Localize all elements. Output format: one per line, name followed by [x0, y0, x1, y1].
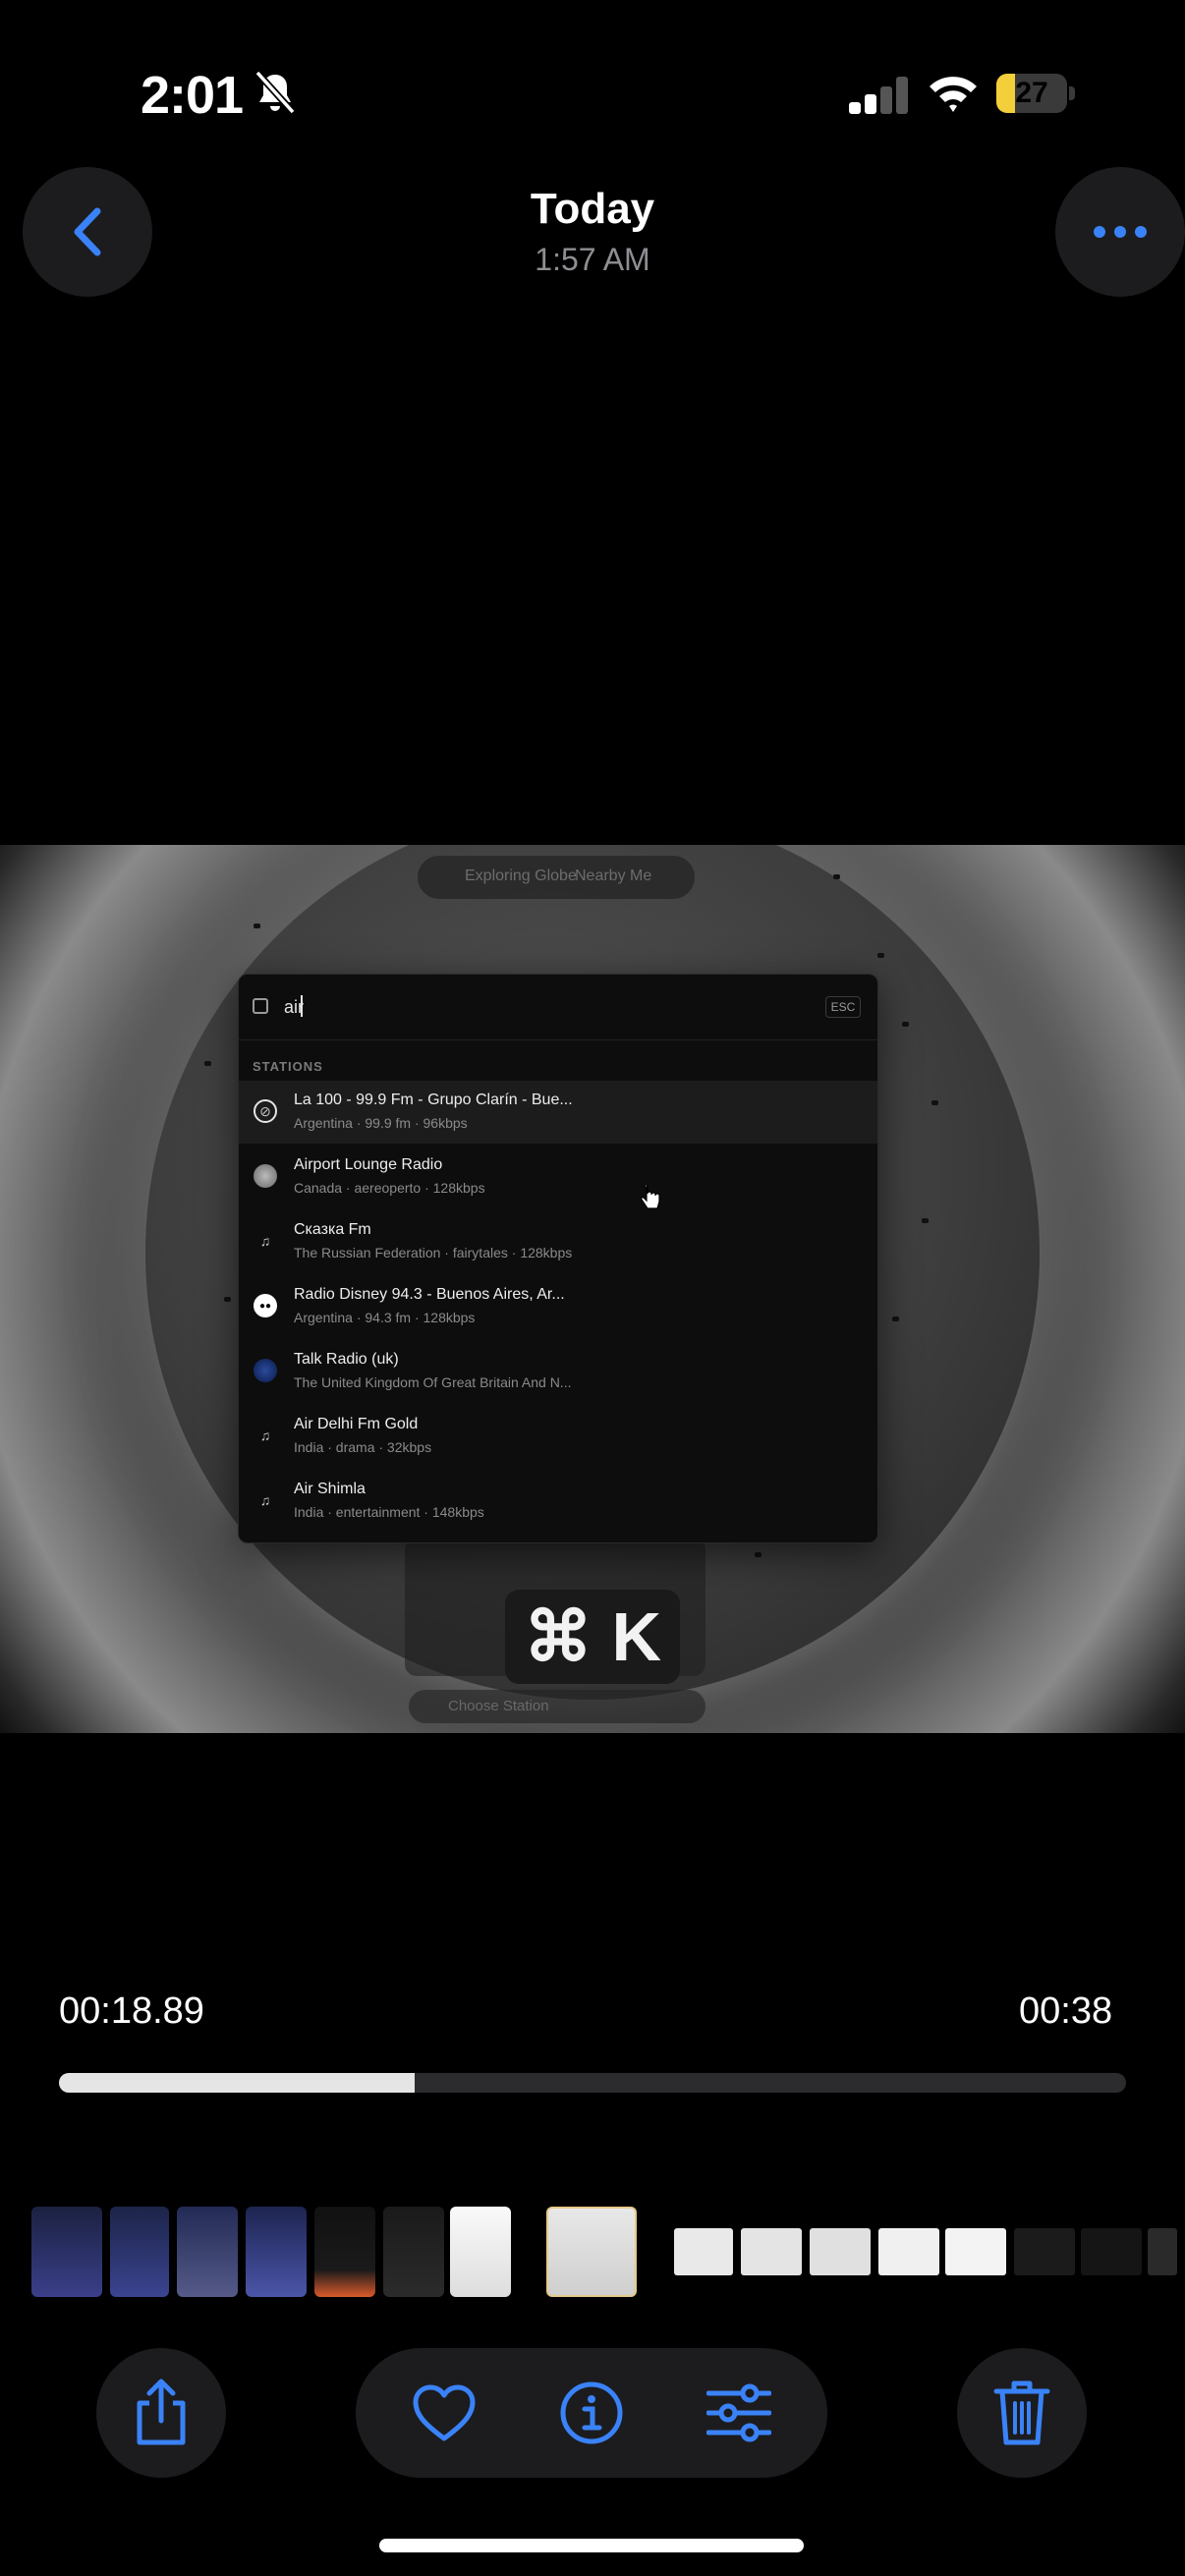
total-duration: 00:38: [1019, 1990, 1113, 2032]
sliders-icon: [706, 2383, 771, 2442]
filmstrip-thumb[interactable]: [110, 2207, 169, 2297]
filmstrip-thumb[interactable]: [450, 2207, 511, 2297]
elapsed-time: 00:18.89: [59, 1990, 204, 2032]
bell-slash-icon: [254, 70, 296, 115]
station-row[interactable]: ●● Radio Disney 94.3 - Buenos Aires, Ar.…: [239, 1275, 877, 1338]
choose-station-pill: Choose Station: [409, 1690, 705, 1723]
station-row[interactable]: ⊘ La 100 - 99.9 Fm - Grupo Clarín - Bue.…: [239, 1081, 877, 1144]
station-meta: The United Kingdom Of Great Britain And …: [294, 1374, 572, 1390]
music-note-icon: ♫: [259, 1428, 271, 1443]
trash-icon: [993, 2380, 1050, 2445]
station-meta: Argentina · 94.3 fm · 128kbps: [294, 1310, 476, 1325]
share-button[interactable]: [96, 2348, 226, 2478]
adjust-button[interactable]: [704, 2378, 774, 2448]
ellipsis-icon: [1094, 226, 1147, 238]
filmstrip-thumb[interactable]: [945, 2228, 1006, 2275]
station-meta: Canada · aereoperto · 128kbps: [294, 1180, 485, 1196]
favorite-button[interactable]: [409, 2378, 480, 2448]
playback-scrubber[interactable]: [59, 2073, 1126, 2093]
battery-icon: 27: [996, 74, 1075, 113]
filmstrip-thumb[interactable]: [246, 2207, 307, 2297]
station-meta: The Russian Federation · fairytales · 12…: [294, 1245, 573, 1260]
globe-pill-left: Exploring Globe: [465, 868, 577, 884]
globe-logo-icon: [254, 1164, 277, 1188]
music-note-icon: ♫: [259, 1492, 271, 1508]
page-title: Today: [530, 185, 655, 233]
frame-filmstrip[interactable]: [0, 2207, 1185, 2297]
filmstrip-thumb[interactable]: [177, 2207, 238, 2297]
action-pill: [356, 2348, 827, 2478]
more-button[interactable]: [1055, 167, 1185, 297]
disney-logo-icon: ●●: [254, 1294, 277, 1317]
hand-cursor-icon: [641, 1185, 660, 1209]
page-subtitle: 1:57 AM: [535, 242, 650, 277]
battery-percent: 27: [1015, 77, 1048, 109]
station-row[interactable]: Airport Lounge Radio Canada · aereoperto…: [239, 1146, 877, 1208]
station-name: Сказка Fm: [294, 1221, 371, 1238]
station-name: Talk Radio (uk): [294, 1351, 399, 1368]
station-row[interactable]: ♫ Air Delhi Fm Gold India · drama · 32kb…: [239, 1405, 877, 1468]
filmstrip-thumb[interactable]: [674, 2228, 733, 2275]
globe-mode-pill: Exploring Globe Nearby Me: [418, 856, 695, 899]
command-palette: ESC STATIONS ⊘ La 100 - 99.9 Fm - Grupo …: [238, 974, 878, 1543]
station-name: Airport Lounge Radio: [294, 1156, 443, 1173]
filmstrip-thumb[interactable]: [314, 2207, 375, 2297]
station-name: Air Shimla: [294, 1481, 366, 1497]
station-row[interactable]: Talk Radio (uk) The United Kingdom Of Gr…: [239, 1340, 877, 1403]
heart-icon: [413, 2384, 476, 2441]
shortcut-hint: ⌘ K: [505, 1590, 680, 1684]
music-note-icon: ♫: [259, 1233, 271, 1249]
filmstrip-thumb[interactable]: [1081, 2228, 1142, 2275]
cellular-signal-icon: [849, 77, 908, 114]
palette-search-input[interactable]: [284, 994, 775, 1020]
section-label: STATIONS: [253, 1059, 323, 1074]
globe-pill-right: Nearby Me: [575, 868, 652, 884]
palette-search-row: ESC: [239, 975, 877, 1040]
choose-station-label: Choose Station: [448, 1698, 549, 1714]
video-frame[interactable]: Exploring Globe Nearby Me Choose Station…: [0, 845, 1185, 1733]
status-time: 2:01: [141, 66, 244, 125]
filmstrip-thumb[interactable]: [810, 2228, 871, 2275]
filmstrip-thumb[interactable]: [383, 2207, 444, 2297]
filmstrip-thumb[interactable]: [1014, 2228, 1075, 2275]
filmstrip-thumb[interactable]: [1148, 2228, 1177, 2275]
home-indicator[interactable]: [379, 2539, 804, 2552]
filmstrip-thumb[interactable]: [878, 2228, 939, 2275]
info-icon: [560, 2381, 623, 2444]
delete-button[interactable]: [957, 2348, 1087, 2478]
circle-logo-icon: ⊘: [254, 1099, 277, 1123]
station-meta: India · drama · 32kbps: [294, 1439, 432, 1455]
filmstrip-thumb[interactable]: [741, 2228, 802, 2275]
filmstrip-thumb[interactable]: [31, 2207, 102, 2297]
terminal-icon: [253, 998, 268, 1014]
playback-progress: [59, 2073, 415, 2093]
station-name: Air Delhi Fm Gold: [294, 1416, 419, 1432]
station-name: Radio Disney 94.3 - Buenos Aires, Ar...: [294, 1286, 565, 1303]
station-meta: India · entertainment · 148kbps: [294, 1504, 484, 1520]
text-caret: [301, 995, 303, 1017]
station-row[interactable]: ♫ Air Shimla India · entertainment · 148…: [239, 1470, 877, 1533]
share-icon: [137, 2379, 186, 2445]
info-button[interactable]: [556, 2378, 627, 2448]
blue-logo-icon: [254, 1359, 277, 1382]
filmstrip-thumb-current[interactable]: [546, 2207, 637, 2297]
station-name: La 100 - 99.9 Fm - Grupo Clarín - Bue...: [294, 1092, 573, 1108]
wifi-icon: [930, 77, 977, 112]
esc-key-hint[interactable]: ESC: [825, 996, 861, 1018]
station-meta: Argentina · 99.9 fm · 96kbps: [294, 1115, 468, 1131]
station-row[interactable]: ♫ Сказка Fm The Russian Federation · fai…: [239, 1210, 877, 1273]
